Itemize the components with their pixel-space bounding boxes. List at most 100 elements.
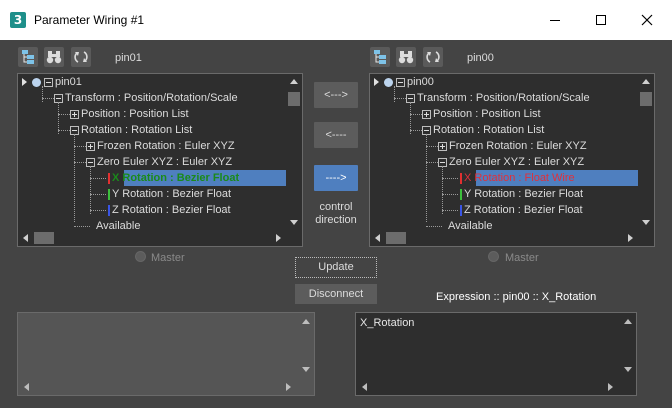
scroll-thumb[interactable] [288, 92, 300, 106]
expand-arrow-icon[interactable] [374, 78, 379, 86]
track-color-marker [460, 189, 462, 200]
left-to-right-button[interactable]: ----> [314, 165, 358, 191]
scroll-right-icon[interactable] [286, 383, 291, 391]
scroll-right-icon[interactable] [276, 234, 281, 242]
scroll-left-icon[interactable] [24, 383, 29, 391]
tree-guide-line [442, 210, 458, 211]
scroll-up-icon[interactable] [642, 79, 650, 84]
tree-guide-line [442, 178, 458, 179]
binoculars-icon [46, 51, 62, 64]
binoculars-icon [398, 51, 414, 64]
tree-item-label: X Rotation : Float Wire [464, 172, 575, 184]
right-master-radio[interactable] [488, 251, 499, 262]
scroll-right-icon[interactable] [628, 234, 633, 242]
scroll-thumb[interactable] [640, 92, 652, 106]
tree-horizontal-scrollbar[interactable] [18, 230, 302, 246]
expand-box-icon[interactable] [438, 142, 447, 151]
tree-item-label: pin00 [407, 76, 434, 88]
right-expression-editor[interactable]: X_Rotation [355, 312, 637, 396]
scroll-up-icon[interactable] [302, 319, 310, 324]
tree-guide-line [74, 226, 90, 227]
tree-item-label: X Rotation : Bezier Float [112, 172, 240, 184]
tree-guide-line [42, 86, 43, 102]
right-find-button[interactable] [396, 47, 416, 67]
maximize-button[interactable] [578, 0, 624, 40]
tree-item-label: Frozen Rotation : Euler XYZ [97, 140, 235, 152]
app-icon: 3 [10, 12, 26, 28]
disconnect-button[interactable]: Disconnect [295, 284, 377, 304]
tree-item-label: pin01 [55, 76, 82, 88]
left-master-label: Master [151, 252, 185, 264]
refresh-icon [74, 51, 88, 63]
tree-guide-line [74, 162, 86, 163]
editor-vertical-scrollbar[interactable] [620, 313, 636, 379]
minimize-button[interactable] [532, 0, 578, 40]
scroll-down-icon[interactable] [624, 367, 632, 372]
expand-box-icon[interactable] [70, 110, 79, 119]
right-pin-label: pin00 [467, 52, 494, 64]
scroll-left-icon[interactable] [23, 234, 28, 242]
scroll-left-icon[interactable] [375, 234, 380, 242]
tree-guide-line [58, 130, 70, 131]
right-to-left-button[interactable]: <---- [314, 122, 358, 148]
tree-guide-line [410, 114, 422, 115]
expand-box-icon[interactable] [422, 110, 431, 119]
editor-horizontal-scrollbar[interactable] [18, 379, 314, 395]
update-button[interactable]: Update [295, 257, 377, 278]
tree-item-label: Transform : Position/Rotation/Scale [65, 92, 238, 104]
close-icon [641, 14, 653, 26]
close-button[interactable] [624, 0, 670, 40]
scroll-down-icon[interactable] [302, 367, 310, 372]
right-refresh-button[interactable] [423, 47, 443, 67]
tree-item-label: Rotation : Rotation List [81, 124, 193, 136]
tree-vertical-scrollbar[interactable] [286, 74, 302, 232]
scroll-thumb[interactable] [34, 232, 54, 244]
tree-guide-line [74, 146, 86, 147]
two-way-connection-button[interactable]: <---> [314, 82, 358, 108]
tree-guide-line [426, 134, 427, 222]
collapse-box-icon[interactable] [396, 78, 405, 87]
right-master-label: Master [505, 252, 539, 264]
left-parameter-tree[interactable]: pin01 Transform : Position/Rotation/Scale… [17, 73, 303, 247]
tree-guide-line [410, 102, 411, 134]
left-expression-editor[interactable] [17, 312, 315, 396]
scroll-left-icon[interactable] [362, 383, 367, 391]
tree-guide-line [394, 86, 395, 102]
scroll-up-icon[interactable] [624, 319, 632, 324]
tree-guide-line [442, 166, 443, 214]
tree-item-label: Frozen Rotation : Euler XYZ [449, 140, 587, 152]
scroll-down-icon[interactable] [642, 220, 650, 225]
node-dot-icon [32, 78, 41, 87]
tree-guide-line [442, 194, 458, 195]
track-color-marker [460, 205, 462, 216]
collapse-box-icon[interactable] [44, 78, 53, 87]
track-color-marker [108, 205, 110, 216]
track-color-marker [108, 189, 110, 200]
expand-box-icon[interactable] [86, 142, 95, 151]
tree-vertical-scrollbar[interactable] [638, 74, 654, 232]
expression-label: Expression :: pin00 :: X_Rotation [436, 291, 597, 303]
expand-arrow-icon[interactable] [22, 78, 27, 86]
tree-item-label: Y Rotation : Bezier Float [112, 188, 232, 200]
tree-guide-line [410, 130, 422, 131]
tree-item-label: Y Rotation : Bezier Float [464, 188, 584, 200]
left-find-button[interactable] [44, 47, 64, 67]
tree-guide-line [426, 146, 438, 147]
tree-horizontal-scrollbar[interactable] [370, 230, 654, 246]
scroll-up-icon[interactable] [290, 79, 298, 84]
tree-item-label: Position : Position List [81, 108, 189, 120]
scroll-down-icon[interactable] [290, 220, 298, 225]
tree-item-label: Position : Position List [433, 108, 541, 120]
scroll-thumb[interactable] [386, 232, 406, 244]
tree-item-label: Z Rotation : Bezier Float [112, 204, 231, 216]
right-tree-view-button[interactable] [370, 47, 390, 67]
right-parameter-tree[interactable]: pin00 Transform : Position/Rotation/Scale… [369, 73, 655, 247]
editor-horizontal-scrollbar[interactable] [356, 379, 636, 395]
left-master-radio[interactable] [135, 251, 146, 262]
tree-guide-line [394, 98, 406, 99]
left-pin-label: pin01 [115, 52, 142, 64]
editor-vertical-scrollbar[interactable] [298, 313, 314, 379]
scroll-right-icon[interactable] [608, 383, 613, 391]
left-tree-view-button[interactable] [18, 47, 38, 67]
left-refresh-button[interactable] [71, 47, 91, 67]
